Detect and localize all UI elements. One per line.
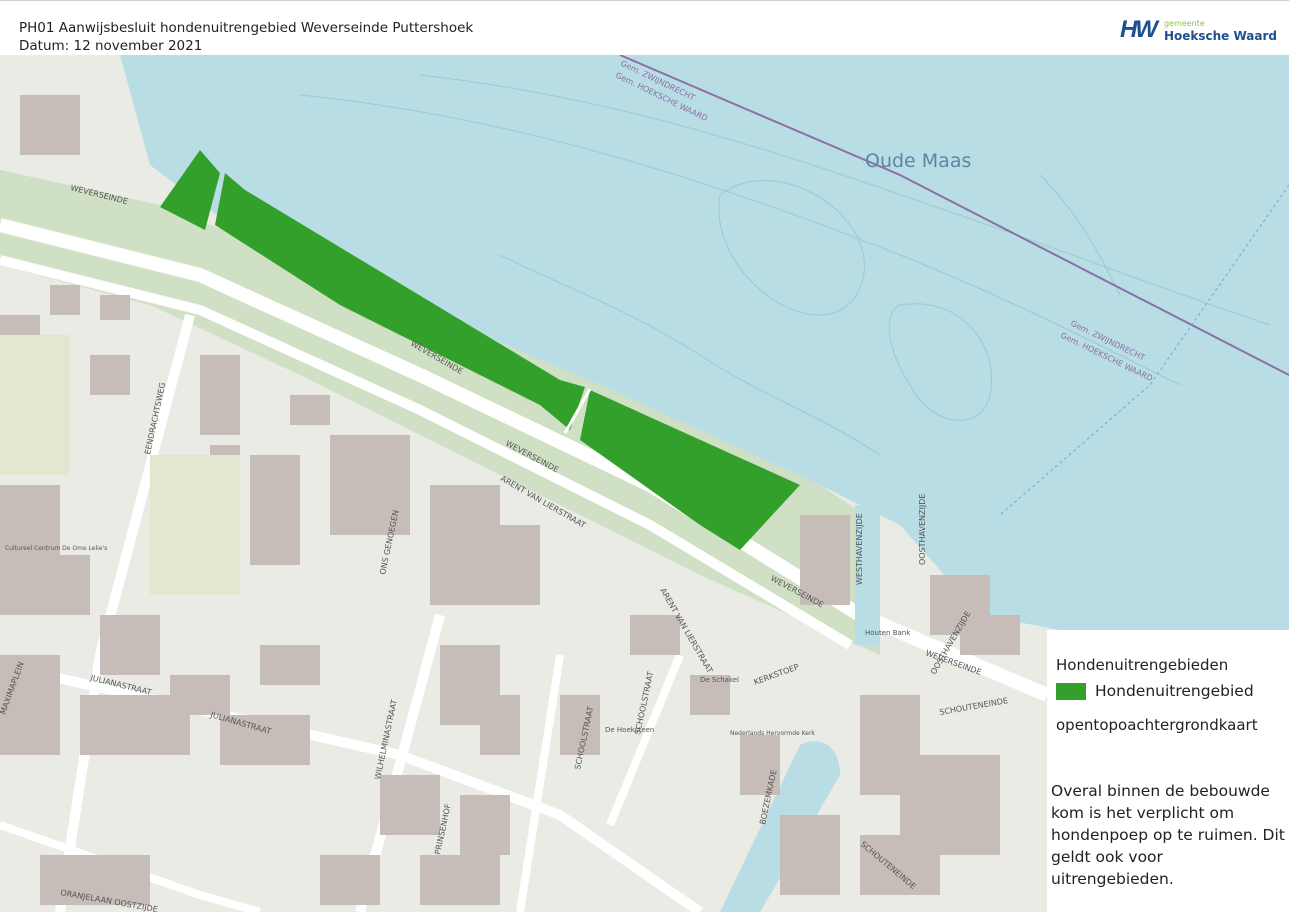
- logo-text: gemeente Hoeksche Waard: [1164, 18, 1277, 42]
- title-date: Datum: 12 november 2021: [19, 38, 203, 54]
- legend-panel: Hondenuitrengebieden Hondenuitrengebied …: [1047, 630, 1289, 912]
- page-title: PH01 Aanwijsbesluit hondenuitrengebied W…: [19, 19, 473, 55]
- poi-de-hoeksteen: De Hoeksteen: [605, 726, 654, 734]
- street-label-oosthavenzijde: OOSTHAVENZIJDE: [918, 494, 927, 565]
- green-field: [0, 335, 70, 475]
- green-field: [150, 455, 240, 595]
- title-line-1: PH01 Aanwijsbesluit hondenuitrengebied W…: [19, 20, 474, 36]
- poi-houten-bank: Houten Bank: [865, 629, 911, 637]
- legend-note: Overal binnen de bebouwde kom is het ver…: [1051, 782, 1285, 888]
- street-label-westhavenzijde: WESTHAVENZIJDE: [855, 513, 864, 585]
- legend-title: Hondenuitrengebieden: [1056, 656, 1229, 674]
- logo-mark: HW: [1119, 16, 1158, 43]
- poi-cultureel: Cultureel Centrum De Ome Lelie's: [5, 545, 107, 552]
- municipality-logo: HW gemeente Hoeksche Waard: [1120, 15, 1277, 45]
- legend-item-label: Hondenuitrengebied: [1095, 682, 1254, 700]
- river-label: Oude Maas: [865, 150, 971, 172]
- header: PH01 Aanwijsbesluit hondenuitrengebied W…: [0, 0, 1289, 56]
- poi-kerk: Nederlands Hervormde Kerk: [730, 730, 815, 737]
- poi-de-schakel: De Schakel: [700, 676, 739, 684]
- legend-basemap-label: opentopoachtergrondkaart: [1056, 716, 1258, 734]
- legend-swatch-dog-area: [1056, 683, 1086, 700]
- logo-name: Hoeksche Waard: [1163, 29, 1277, 43]
